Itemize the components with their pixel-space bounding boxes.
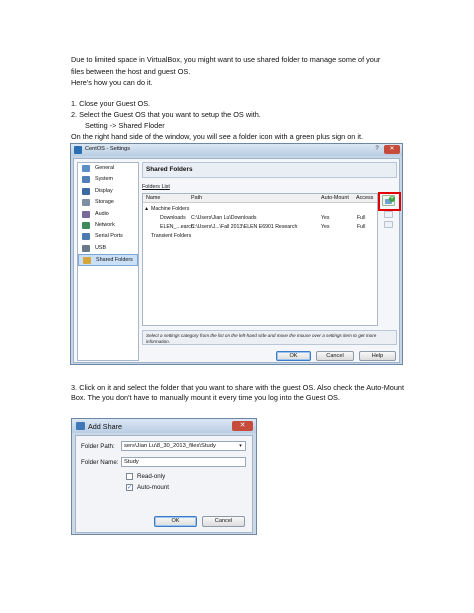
section-title: Shared Folders: [142, 162, 397, 178]
category-icon: [82, 221, 90, 229]
settings-category-label: Serial Ports: [95, 233, 123, 240]
step-1-text: 1. Close your Guest OS.: [71, 99, 151, 108]
folder-path-dropdown[interactable]: sers\Jian Lu\8_30_2013_files\Study ▾: [121, 441, 246, 451]
settings-category-label: System: [95, 176, 113, 183]
settings-category-item[interactable]: System: [78, 174, 138, 185]
intro-line-1: Due to limited space in VirtualBox, you …: [71, 55, 381, 64]
table-row[interactable]: Transient Folders: [143, 232, 377, 241]
chevron-down-icon[interactable]: ▾: [237, 442, 244, 450]
add-share-title: Add Share: [88, 422, 122, 431]
table-row[interactable]: ELEN_...earch C:\Users\J...\Fall 2013\ELE…: [143, 223, 377, 232]
dialog-cancel-button[interactable]: Cancel: [202, 516, 245, 527]
folder-path-value: sers\Jian Lu\8_30_2013_files\Study: [124, 443, 216, 449]
help-button[interactable]: Help: [359, 351, 396, 361]
settings-category-item[interactable]: Audio: [78, 209, 138, 220]
folder-path-label: Folder Path:: [81, 443, 115, 450]
settings-category-item[interactable]: Display: [78, 186, 138, 197]
dialog-ok-button[interactable]: OK: [154, 516, 197, 527]
category-icon: [82, 210, 90, 218]
settings-category-label: Network: [95, 221, 115, 228]
category-icon: [83, 257, 91, 265]
folder-name-input[interactable]: Study: [121, 457, 246, 467]
auto-mount-label: Auto-mount: [137, 484, 169, 491]
add-share-body: Folder Path: sers\Jian Lu\8_30_2013_file…: [75, 435, 253, 533]
row-name: Machine Folders: [151, 206, 190, 212]
settings-category-item[interactable]: Network: [78, 220, 138, 231]
settings-category-label: Shared Folders: [96, 257, 133, 264]
intro-line-2: files between the host and guest OS.: [71, 67, 191, 76]
settings-body: General System Display Storage Audio Network S…: [73, 158, 401, 363]
row-access: Full: [357, 224, 366, 230]
settings-category-item[interactable]: Shared Folders: [78, 254, 138, 266]
settings-category-item[interactable]: USB: [78, 243, 138, 254]
column-auto-mount[interactable]: Auto-Mount: [321, 195, 349, 201]
category-icon: [82, 199, 90, 207]
tree-expander-icon: ▲: [144, 206, 150, 212]
step-2-text: 2. Select the Guest OS that you want to …: [71, 110, 261, 119]
read-only-label: Read-only: [137, 473, 166, 480]
red-highlight-box: [378, 192, 401, 211]
column-name[interactable]: Name: [146, 195, 160, 201]
settings-category-label: USB: [95, 244, 107, 251]
help-titlebar-button[interactable]: ?: [372, 145, 382, 154]
settings-window-title: CentOS - Settings: [85, 146, 131, 152]
row-name: Transient Folders: [151, 233, 192, 239]
info-box: Select a settings category from the list…: [142, 330, 397, 345]
column-path[interactable]: Path: [191, 195, 202, 201]
step-2-subtext: Setting -> Shared Floder: [85, 121, 165, 130]
settings-category-label: Storage: [95, 199, 114, 206]
virtualbox-icon: [76, 422, 85, 430]
settings-category-item[interactable]: Storage: [78, 197, 138, 208]
category-icon: [82, 244, 90, 252]
column-access[interactable]: Access: [356, 195, 373, 201]
row-name: Downloads: [160, 215, 186, 221]
folders-list[interactable]: Name Path Auto-Mount Access ▲ Machine Fol…: [142, 193, 378, 326]
category-icon: [82, 176, 90, 184]
folders-list-label: Folders List: [142, 184, 170, 190]
row-path: C:\Users\Jian Lu\Downloads: [191, 215, 257, 221]
remove-shared-folder-button[interactable]: [384, 221, 393, 228]
row-auto-mount: Yes: [321, 224, 330, 230]
folders-list-header: Name Path Auto-Mount Access: [143, 194, 377, 203]
settings-category-label: Display: [95, 187, 113, 194]
virtualbox-icon: [74, 146, 82, 154]
add-share-dialog: Add Share ✕ Folder Path: sers\Jian Lu\8_…: [71, 418, 257, 535]
row-auto-mount: Yes: [321, 215, 330, 221]
row-path: C:\Users\J...\Fall 2013\ELEN E6901 Resea…: [191, 224, 298, 230]
folder-name-label: Folder Name:: [81, 459, 119, 466]
close-dialog-button[interactable]: ✕: [232, 421, 253, 431]
category-icon: [82, 165, 90, 172]
settings-category-label: Audio: [95, 210, 109, 217]
cancel-button[interactable]: Cancel: [316, 351, 354, 361]
folder-action-buttons: +: [378, 192, 401, 253]
step-3-text: 3. Click on it and select the folder tha…: [71, 383, 404, 402]
settings-category-item[interactable]: Serial Ports: [78, 231, 138, 242]
shared-folders-page: Shared Folders Folders List Name Path Au…: [142, 162, 401, 326]
settings-category-item[interactable]: General: [78, 163, 138, 174]
read-only-checkbox[interactable]: [126, 473, 133, 480]
add-share-titlebar: Add Share ✕: [72, 419, 256, 433]
edit-shared-folder-button[interactable]: [384, 211, 393, 218]
add-shared-folder-button[interactable]: +: [378, 192, 401, 211]
intro-line-3: Here's how you can do it.: [71, 78, 153, 87]
table-row[interactable]: Downloads C:\Users\Jian Lu\Downloads Yes Fu…: [143, 214, 377, 223]
table-row[interactable]: ▲ Machine Folders: [143, 205, 377, 214]
close-window-button[interactable]: ✕: [384, 145, 400, 154]
settings-window: CentOS - Settings ? ✕ General System Displ…: [70, 143, 403, 365]
row-access: Full: [357, 215, 366, 221]
ok-button[interactable]: OK: [276, 351, 311, 361]
category-icon: [82, 233, 90, 241]
step-2-note: On the right hand side of the window, yo…: [71, 132, 364, 141]
category-icon: [82, 187, 90, 195]
settings-category-list: General System Display Storage Audio Network S…: [77, 162, 139, 361]
settings-category-label: General: [95, 165, 115, 171]
settings-titlebar: CentOS - Settings ? ✕: [71, 144, 402, 156]
auto-mount-checkbox[interactable]: ✓: [126, 484, 133, 491]
row-name: ELEN_...earch: [160, 224, 194, 230]
